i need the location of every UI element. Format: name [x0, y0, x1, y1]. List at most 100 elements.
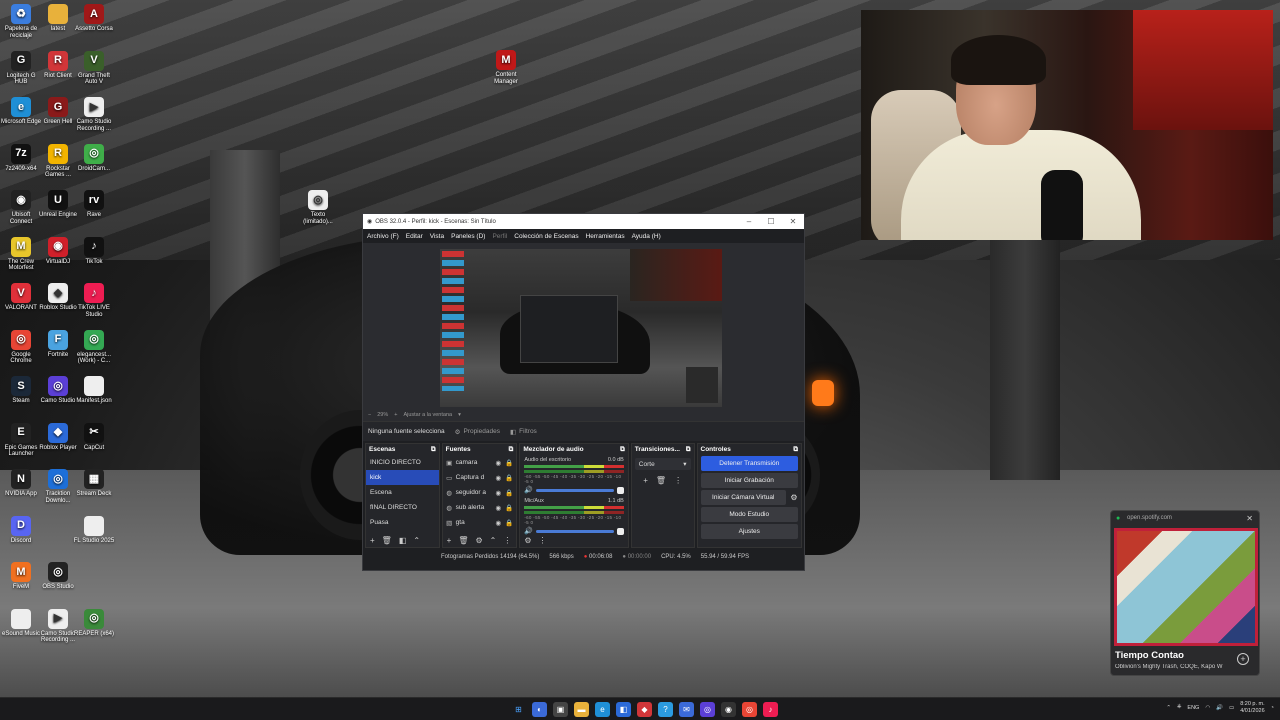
network-icon[interactable]: ⎈ — [1177, 704, 1181, 711]
menu-vista[interactable]: Vista — [430, 233, 444, 240]
desktop-icon[interactable]: 7z 7z2409-x64 — [0, 143, 42, 173]
menu-herramientas[interactable]: Herramientas — [586, 233, 625, 240]
riot-icon[interactable]: ◆ — [637, 702, 652, 717]
stop-stream-button[interactable]: Detener Transmisión — [700, 456, 798, 471]
filter-icon[interactable]: ◧ — [399, 536, 407, 545]
chevron-down-icon[interactable]: ▾ — [458, 412, 461, 418]
desktop-icon[interactable]: G Logitech G HUB — [0, 50, 42, 87]
desktop-icon[interactable]: M FiveM — [0, 562, 42, 591]
notifications-icon[interactable]: ◔ — [1271, 705, 1274, 711]
menu-editar[interactable]: Editar — [406, 233, 423, 240]
desktop-icon[interactable]: A Assetto Corsa — [73, 4, 115, 33]
desktop-icon[interactable]: ◎ DroidCam... — [73, 143, 115, 173]
filters-button[interactable]: ◧ Filtros — [510, 428, 537, 436]
desktop-icon[interactable]: S Steam — [0, 376, 42, 405]
desktop-icon[interactable]: FL Studio 2025 — [73, 515, 115, 545]
trash-icon[interactable]: 🗑 — [656, 476, 666, 485]
menu-archivo[interactable]: Archivo (F) — [367, 233, 399, 240]
desktop-icon[interactable]: V VALORANT — [0, 283, 42, 312]
eye-icon[interactable]: ◉ — [496, 519, 502, 527]
desktop-icon[interactable]: D Discord — [0, 515, 42, 545]
gear-icon[interactable]: ⚙ — [787, 493, 801, 502]
volume-icon[interactable]: 🔊 — [1216, 705, 1223, 711]
dock-float-icon[interactable]: ⧉ — [793, 446, 798, 454]
virtual-camera-button[interactable]: Iniciar Cámara Virtual — [700, 490, 786, 505]
edge-icon[interactable]: e — [595, 702, 610, 717]
source-item[interactable]: ◍ sub alerta ◉ 🔒 — [443, 500, 517, 515]
battery-icon[interactable]: ▭ — [1229, 705, 1234, 711]
spotify-widget[interactable]: ● open.spotify.com ✕ Tiempo Contao Obliv… — [1110, 510, 1260, 676]
volume-knob[interactable] — [616, 527, 624, 535]
settings-button[interactable]: Ajustes — [700, 524, 798, 539]
clock[interactable]: 8:20 p. m. 4/01/2026 — [1240, 701, 1264, 715]
source-item[interactable]: ▧ gta ◉ 🔒 — [443, 515, 517, 530]
desktop-icon[interactable]: Manifest.json — [73, 376, 115, 405]
gear-icon[interactable]: ⚙ — [475, 536, 482, 545]
eye-icon[interactable]: ◉ — [496, 474, 502, 482]
tiktok-live-icon[interactable]: ♪ — [763, 702, 778, 717]
scene-item[interactable]: kick — [366, 470, 439, 485]
help-icon[interactable]: ? — [658, 702, 673, 717]
wifi-icon[interactable]: ◠ — [1205, 705, 1210, 711]
eye-icon[interactable]: ◉ — [496, 459, 502, 467]
desktop-icon[interactable]: M The Crew Motorfest — [0, 236, 42, 273]
volume-slider[interactable] — [536, 488, 614, 492]
desktop-icon[interactable]: rv Rave — [73, 190, 115, 219]
dock-float-icon[interactable]: ⧉ — [431, 446, 436, 454]
source-item[interactable]: ◍ seguidor a ◉ 🔒 — [443, 485, 517, 500]
windows-start-icon[interactable]: ⊞ — [511, 702, 526, 717]
obs-window[interactable]: ◉ OBS 32.0.4 - Perfil: kick - Escenas: S… — [362, 213, 805, 571]
lock-icon[interactable]: 🔒 — [505, 459, 513, 467]
desktop-icon[interactable]: V Grand Theft Auto V — [73, 50, 115, 87]
file-explorer-icon[interactable]: ▬ — [574, 702, 589, 717]
desktop-icon[interactable]: M Content Manager — [485, 50, 527, 86]
lock-icon[interactable]: 🔒 — [505, 519, 513, 527]
scene-item[interactable]: INICIO DIRECTO — [366, 455, 439, 470]
eye-icon[interactable]: ◉ — [496, 504, 502, 512]
more-icon[interactable]: ⋮ — [538, 536, 546, 545]
language-indicator[interactable]: ENG — [1187, 705, 1199, 711]
desktop-icon[interactable]: ◉ Ubisoft Connect — [0, 190, 42, 226]
desktop-icon[interactable]: ◎ Google Chrome — [0, 329, 42, 366]
chevron-up-icon[interactable]: ⌃ — [413, 536, 420, 545]
add-icon[interactable]: + — [447, 536, 452, 545]
maximize-icon[interactable]: ☐ — [760, 217, 782, 226]
more-icon[interactable]: ⋮ — [503, 536, 511, 545]
desktop-icon[interactable]: E Epic Games Launcher — [0, 422, 42, 459]
properties-button[interactable]: ⚙ Propiedades — [455, 428, 500, 436]
add-to-library-icon[interactable]: + — [1237, 653, 1249, 665]
desktop-icon[interactable]: ▶ Camo Studio Recording ... — [73, 97, 115, 133]
desktop-icon[interactable]: ◎ OBS Studio — [37, 562, 79, 591]
zoom-in-button[interactable]: + — [394, 412, 397, 418]
desktop-icon[interactable]: ♪ TikTok — [73, 236, 115, 266]
desktop-icon[interactable]: ✂ CapCut — [73, 422, 115, 452]
desktop-icon[interactable]: ♪ TikTok LIVE Studio — [73, 283, 115, 319]
close-icon[interactable]: ✕ — [782, 217, 804, 226]
menu-ayuda[interactable]: Ayuda (H) — [632, 233, 661, 240]
desktop-icon[interactable]: ◎ elegancest... (Work) - C... — [73, 329, 115, 366]
more-icon[interactable]: ⋮ — [674, 476, 682, 485]
transition-select[interactable]: Corte ▾ — [634, 458, 691, 470]
add-icon[interactable]: + — [643, 476, 648, 485]
source-item[interactable]: ▣ camara ◉ 🔒 — [443, 455, 517, 470]
dock-float-icon[interactable]: ⧉ — [686, 446, 691, 454]
lock-icon[interactable]: 🔒 — [505, 474, 513, 482]
eye-icon[interactable]: ◉ — [496, 489, 502, 497]
obs-titlebar[interactable]: ◉ OBS 32.0.4 - Perfil: kick - Escenas: S… — [363, 214, 804, 229]
chevron-up-icon[interactable]: ⌃ — [490, 536, 497, 545]
desktop-icon[interactable]: ▦ Stream Deck — [73, 469, 115, 498]
studio-mode-button[interactable]: Modo Estudio — [700, 507, 798, 522]
desktop-icon[interactable]: e Microsoft Edge — [0, 97, 42, 126]
lock-icon[interactable]: 🔒 — [505, 489, 513, 497]
minimize-icon[interactable]: – — [738, 217, 760, 226]
close-icon[interactable]: ✕ — [1246, 514, 1253, 523]
gear-icon[interactable]: ⚙ — [524, 536, 531, 545]
desktop-icon[interactable]: ◎ REAPER (x64) — [73, 608, 115, 638]
scene-item[interactable]: Puasa — [366, 515, 439, 530]
volume-slider[interactable] — [536, 529, 614, 533]
copilot-icon[interactable]: ◐ — [532, 702, 547, 717]
program-preview[interactable] — [440, 249, 722, 407]
camo-icon[interactable]: ◎ — [700, 702, 715, 717]
source-item[interactable]: ▭ Captura d ◉ 🔒 — [443, 470, 517, 485]
task-view-icon[interactable]: ▣ — [553, 702, 568, 717]
